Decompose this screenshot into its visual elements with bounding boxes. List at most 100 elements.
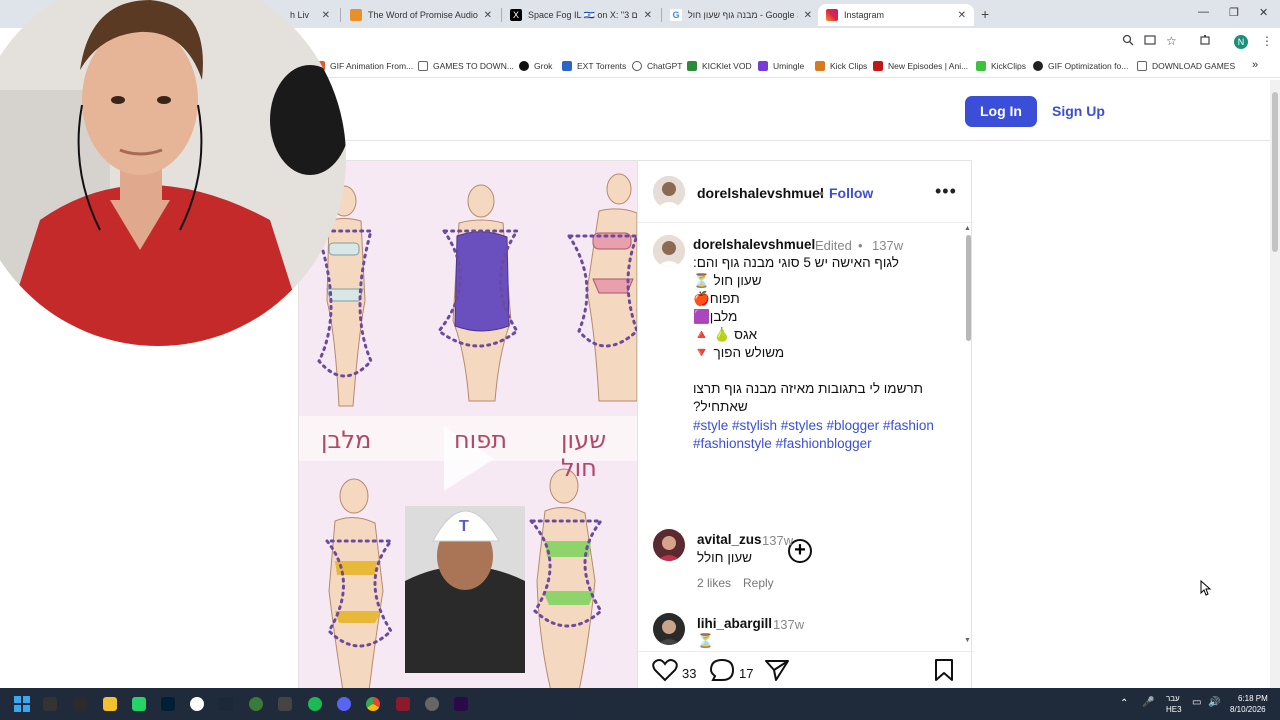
minimize-button[interactable]: —: [1198, 6, 1209, 18]
browser-menu-icon[interactable]: ⋮: [1261, 34, 1273, 48]
post-header: dorelshalevshmuel • Follow •••: [638, 161, 974, 223]
volume-icon[interactable]: 🔊: [1208, 697, 1220, 708]
language-indicator[interactable]: עבר: [1166, 694, 1180, 703]
caption-line: מלבן🟪: [693, 309, 738, 324]
steam-icon[interactable]: [219, 697, 233, 711]
tab-1[interactable]: h Liv ✕: [282, 4, 338, 26]
bookmark-label: GAMES TO DOWN...: [433, 61, 514, 71]
post-media-video[interactable]: T מלבן תפוח שעון חול: [299, 161, 637, 691]
steam-like-icon[interactable]: [190, 697, 204, 711]
caption-line: תרשמו לי בתגובות מאיזה מבנה גוף תרצו: [693, 381, 923, 396]
bookmark-item[interactable]: Grok: [519, 61, 552, 71]
extensions-icon[interactable]: [1199, 34, 1211, 49]
bookmark-folder[interactable]: GAMES TO DOWN...: [418, 61, 514, 71]
app-shield-icon[interactable]: [396, 697, 410, 711]
premiere-icon[interactable]: [454, 697, 468, 711]
settings-gear-icon[interactable]: [425, 697, 439, 711]
post-actions-bar: 33 17: [638, 651, 974, 691]
whatsapp-icon[interactable]: [132, 697, 146, 711]
bookmark-item[interactable]: KickClips: [976, 61, 1026, 71]
comment-likes[interactable]: 2 likes: [697, 576, 731, 590]
chrome-icon[interactable]: [366, 697, 380, 711]
live-app-icon[interactable]: [43, 697, 57, 711]
tab-1-close-icon[interactable]: ✕: [322, 10, 330, 21]
tab-3-close-icon[interactable]: ✕: [644, 10, 652, 21]
new-tab-button[interactable]: +: [981, 6, 989, 22]
network-icon[interactable]: ▭: [1192, 697, 1201, 708]
capcut-icon[interactable]: [278, 697, 292, 711]
signup-link[interactable]: Sign Up: [1052, 103, 1105, 119]
tab-4-title: מבנה גוף שעון חול - Google Search: [688, 10, 798, 20]
xbox-icon[interactable]: [249, 697, 263, 711]
caption-hashtags[interactable]: #style #stylish #styles #blogger #fashio…: [693, 417, 963, 453]
ext-torrents-icon: [562, 61, 572, 71]
like-count[interactable]: 33: [682, 666, 696, 681]
login-button[interactable]: Log In: [965, 96, 1037, 127]
caption-and-comments: dorelshalevshmuel Edited • 137w לגוף האי…: [638, 223, 964, 649]
bookmark-item[interactable]: EXT Torrents: [562, 61, 626, 71]
bookmark-item[interactable]: ChatGPT: [632, 61, 682, 71]
commenter-avatar[interactable]: [653, 613, 685, 645]
follow-button[interactable]: Follow: [829, 185, 873, 201]
bookmark-item[interactable]: New Episodes | Ani...: [873, 61, 968, 71]
comment-username[interactable]: avital_zus: [697, 532, 762, 547]
tab-5-title: Instagram: [844, 10, 885, 20]
bookmark-star-icon[interactable]: ☆: [1166, 34, 1177, 48]
comment-age: 137w: [762, 533, 794, 548]
clock-date[interactable]: 8/10/2026: [1230, 705, 1266, 714]
photoshop-icon[interactable]: [161, 697, 175, 711]
restore-button[interactable]: ❐: [1229, 6, 1239, 19]
zoom-icon[interactable]: [1122, 34, 1134, 49]
bookmark-item[interactable]: KICKlet VOD: [687, 61, 752, 71]
page-scrollbar[interactable]: [1270, 80, 1280, 688]
clock-time[interactable]: 6:18 PM: [1238, 694, 1268, 703]
bookmark-item[interactable]: GIF Optimization fo...: [1033, 61, 1128, 71]
windows-start-icon[interactable]: [14, 696, 30, 712]
page-scroll-thumb[interactable]: [1272, 92, 1278, 252]
svg-text:T: T: [459, 518, 469, 535]
caption-line: משולש הפוך 🔻: [693, 345, 785, 360]
save-bookmark-icon[interactable]: [933, 658, 955, 687]
install-app-icon[interactable]: [1144, 34, 1156, 49]
tab-4[interactable]: G מבנה גוף שעון חול - Google Search ✕: [662, 4, 820, 26]
share-send-icon[interactable]: [764, 658, 790, 687]
author-username[interactable]: dorelshalevshmuel: [697, 185, 824, 201]
caption-age[interactable]: 137w: [872, 238, 903, 253]
comment-text: שעון חולל: [697, 550, 753, 565]
comment-reply-button[interactable]: Reply: [743, 576, 774, 590]
tab-5-close-icon[interactable]: ✕: [958, 10, 966, 21]
bookmark-item[interactable]: Umingle: [758, 61, 804, 71]
profile-avatar[interactable]: N: [1234, 35, 1248, 49]
discord-icon[interactable]: [337, 697, 351, 711]
bookmark-item[interactable]: GIF Animation From...: [315, 61, 413, 71]
tab-2[interactable]: The Word of Promise Audio Bi ✕: [342, 4, 500, 26]
tab-1-title: h Liv: [290, 10, 310, 20]
like-heart-icon[interactable]: [652, 658, 678, 687]
tab-3[interactable]: X Space Fog IL 🇮🇱 on X: "3 כוחניום ✕: [502, 4, 660, 26]
kickclips-icon: [976, 61, 986, 71]
more-options-icon[interactable]: •••: [935, 181, 957, 202]
comment-count[interactable]: 17: [739, 666, 753, 681]
comment-bubble-icon[interactable]: [709, 658, 735, 687]
tray-overflow-icon[interactable]: ⌃: [1120, 698, 1128, 709]
spotify-icon[interactable]: [308, 697, 322, 711]
caption-username[interactable]: dorelshalevshmuel: [693, 237, 815, 252]
microphone-icon[interactable]: 🎤: [1142, 697, 1154, 708]
bookmark-folder[interactable]: DOWNLOAD GAMES: [1137, 61, 1235, 71]
comments-scrollbar[interactable]: ▲ ▼: [964, 225, 972, 647]
author-avatar[interactable]: [653, 176, 685, 208]
bookmark-item[interactable]: Kick Clips: [815, 61, 867, 71]
comment-username[interactable]: lihi_abargill: [697, 616, 772, 631]
file-explorer-icon[interactable]: [103, 697, 117, 711]
bookmarks-overflow-button[interactable]: »: [1252, 59, 1258, 71]
language-sub-indicator[interactable]: HE3: [1166, 705, 1182, 714]
tab-4-close-icon[interactable]: ✕: [804, 10, 812, 21]
close-window-button[interactable]: ✕: [1259, 6, 1268, 19]
commenter-avatar[interactable]: [653, 529, 685, 561]
tab-3-x-logo-icon: X: [510, 9, 522, 21]
taskview-icon[interactable]: [73, 697, 87, 711]
caption-avatar[interactable]: [653, 235, 685, 267]
comments-scroll-thumb[interactable]: [966, 235, 971, 341]
tab-2-close-icon[interactable]: ✕: [484, 10, 492, 21]
tab-5-active[interactable]: Instagram ✕: [818, 4, 974, 26]
